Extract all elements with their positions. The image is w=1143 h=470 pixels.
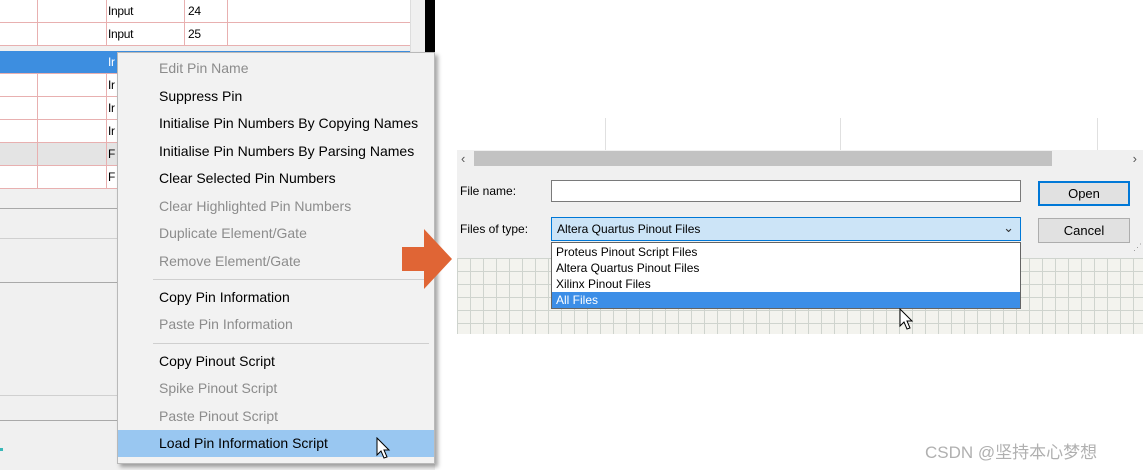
file-list-area[interactable] [457, 118, 1143, 150]
files-of-type-dropdown: Proteus Pinout Script Files Altera Quart… [551, 242, 1021, 309]
mouse-cursor-icon [376, 437, 391, 459]
status-indicator [0, 448, 3, 451]
pin-type-cell: Ir [108, 55, 115, 69]
files-of-type-select[interactable]: Altera Quartus Pinout Files ⌄ [551, 217, 1021, 241]
menu-item-copy-pin-info[interactable]: Copy Pin Information [118, 284, 434, 311]
pin-type-cell: Ir [108, 124, 115, 138]
pin-type-cell: Ir [108, 101, 115, 115]
selected-type-value: Altera Quartus Pinout Files [557, 222, 701, 236]
divider [0, 420, 120, 421]
context-menu: Edit Pin Name Suppress Pin Initialise Pi… [117, 52, 435, 464]
open-file-dialog: ‹ › File name: Files of type: Altera Qua… [457, 118, 1143, 334]
menu-item-duplicate-element[interactable]: Duplicate Element/Gate [118, 220, 434, 247]
menu-item-paste-pinout-script[interactable]: Paste Pinout Script [118, 403, 434, 430]
divider [0, 208, 120, 209]
table-row[interactable]: Input 25 [0, 23, 410, 46]
menu-item-clear-highlighted[interactable]: Clear Highlighted Pin Numbers [118, 193, 434, 220]
menu-item-clear-selected[interactable]: Clear Selected Pin Numbers [118, 165, 434, 192]
divider [0, 282, 120, 283]
type-option-proteus[interactable]: Proteus Pinout Script Files [552, 244, 1020, 260]
pin-type-cell: F [108, 170, 116, 184]
table-scrollbar[interactable] [410, 0, 425, 58]
chevron-down-icon: ⌄ [1003, 220, 1014, 235]
type-option-altera[interactable]: Altera Quartus Pinout Files [552, 260, 1020, 276]
resize-grip-icon[interactable]: ⋰ [1133, 242, 1142, 253]
pin-type-cell: Ir [108, 78, 115, 92]
panel-edge [425, 0, 435, 52]
file-name-input[interactable] [551, 180, 1021, 202]
pin-number-cell: 24 [188, 4, 201, 18]
menu-item-spike-pinout-script[interactable]: Spike Pinout Script [118, 375, 434, 402]
open-button[interactable]: Open [1038, 181, 1130, 206]
table-row[interactable]: Input 24 [0, 0, 410, 23]
right-arrow-icon [402, 229, 452, 289]
cancel-button[interactable]: Cancel [1038, 218, 1130, 243]
menu-item-suppress-pin[interactable]: Suppress Pin [118, 83, 434, 110]
divider [0, 238, 120, 239]
watermark-text: CSDN @坚持本心梦想 [925, 443, 1098, 462]
scroll-right-icon[interactable]: › [1133, 150, 1137, 167]
menu-separator [153, 343, 429, 344]
menu-item-edit-pin-name[interactable]: Edit Pin Name [118, 55, 434, 82]
menu-item-remove-element[interactable]: Remove Element/Gate [118, 248, 434, 275]
menu-separator [153, 279, 429, 280]
horizontal-scrollbar[interactable]: ‹ › [457, 150, 1143, 167]
mouse-cursor-icon [899, 308, 914, 330]
scrollbar-thumb[interactable] [474, 151, 1052, 166]
menu-item-copy-pinout-script[interactable]: Copy Pinout Script [118, 348, 434, 375]
pin-type-cell: F [108, 147, 116, 161]
pin-type-cell: Input [108, 4, 134, 18]
pin-type-cell: Input [108, 27, 134, 41]
type-option-all-files[interactable]: All Files [552, 292, 1020, 308]
divider [0, 395, 120, 396]
type-option-xilinx[interactable]: Xilinx Pinout Files [552, 276, 1020, 292]
pin-number-cell: 25 [188, 27, 201, 41]
menu-item-init-by-copying[interactable]: Initialise Pin Numbers By Copying Names [118, 110, 434, 137]
menu-item-paste-pin-info[interactable]: Paste Pin Information [118, 311, 434, 338]
files-of-type-label: Files of type: [460, 222, 529, 236]
file-name-label: File name: [460, 184, 517, 198]
menu-item-init-by-parsing[interactable]: Initialise Pin Numbers By Parsing Names [118, 138, 434, 165]
scroll-left-icon[interactable]: ‹ [461, 150, 465, 167]
